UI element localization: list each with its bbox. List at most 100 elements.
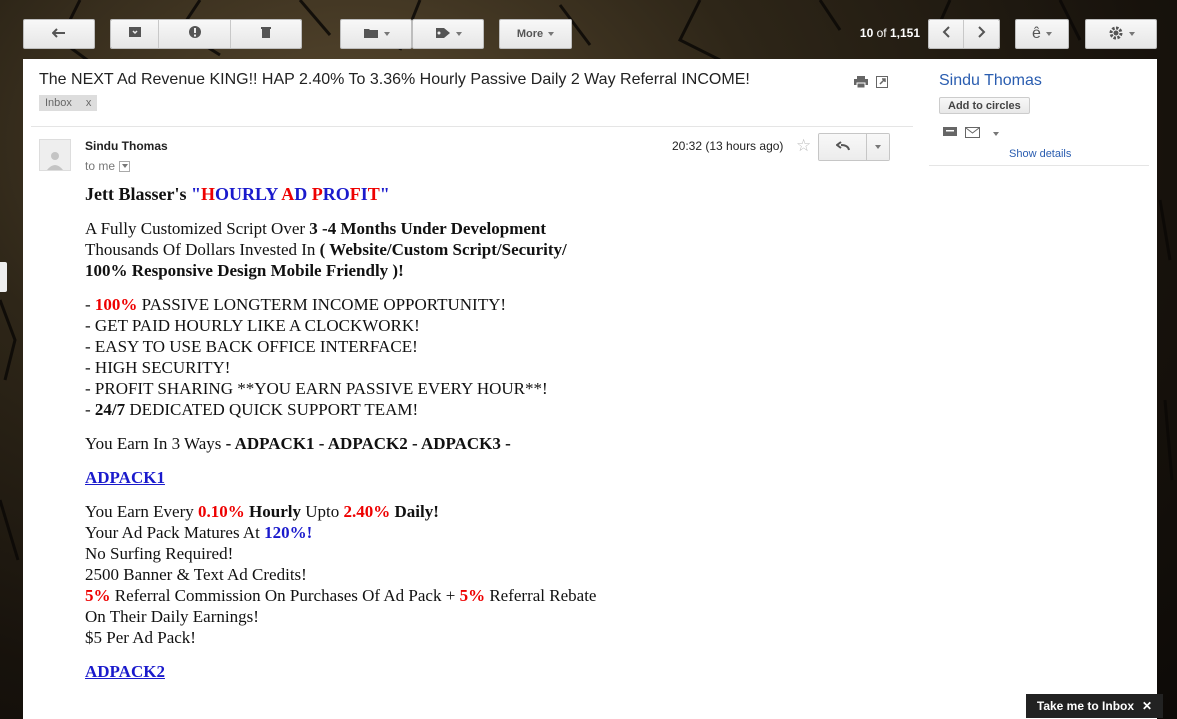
message-counter: 10 of 1,151 xyxy=(820,26,920,40)
email-icon[interactable] xyxy=(965,125,980,143)
title-d: D xyxy=(294,184,312,204)
earn-hourly: Hourly xyxy=(249,502,301,521)
daily-earnings: On Their Daily Earnings! xyxy=(85,607,259,626)
more-actions-button[interactable] xyxy=(867,134,889,160)
earn-hourly-rate: 0.10% xyxy=(198,502,245,521)
print-icon[interactable] xyxy=(854,75,868,93)
bullet6-bold: 24/7 xyxy=(94,400,126,419)
contact-name[interactable]: Sindu Thomas xyxy=(939,72,1042,90)
chevron-down-icon xyxy=(455,32,462,36)
intro-line1-b: 3 -4 Months Under Development xyxy=(309,219,547,238)
gear-icon xyxy=(1108,25,1124,44)
older-button[interactable] xyxy=(964,20,999,48)
more-button[interactable]: More xyxy=(499,19,572,49)
chat-icon[interactable] xyxy=(943,125,957,143)
message-panel: The NEXT Ad Revenue KING!! HAP 2.40% To … xyxy=(23,59,1157,719)
newer-button[interactable] xyxy=(929,20,964,48)
avatar xyxy=(39,139,71,171)
chevron-down-icon xyxy=(383,32,390,36)
intro-line3: 100% Responsive Design Mobile Friendly )… xyxy=(85,261,404,280)
message-body: Jett Blasser's "HOURLY AD PROFIT" A Full… xyxy=(85,184,885,695)
no-surfing: No Surfing Required! xyxy=(85,544,234,563)
title-ourly: OURLY xyxy=(215,184,282,204)
chevron-down-icon[interactable] xyxy=(993,132,999,136)
input-tools-icon: ê xyxy=(1032,25,1041,42)
mature-pct: 120%! xyxy=(264,523,313,542)
inbox-label: Inbox x xyxy=(39,95,98,111)
title-h: H xyxy=(200,184,215,204)
subject-actions xyxy=(854,75,888,93)
message-time: 20:32 (13 hours ago) xyxy=(672,139,784,153)
adpack2-heading: ADPACK2 xyxy=(85,661,885,682)
chevron-right-icon xyxy=(977,25,986,43)
referral-pct-2: 5% xyxy=(459,586,486,605)
title-f: F xyxy=(349,184,361,204)
earn-daily: Daily! xyxy=(390,502,439,521)
bullet6-text: DEDICATED QUICK SUPPORT TEAM! xyxy=(125,400,419,419)
pager-group xyxy=(928,19,1000,49)
email-subject: The NEXT Ad Revenue KING!! HAP 2.40% To … xyxy=(39,71,750,88)
archive-button[interactable] xyxy=(111,20,159,48)
back-arrow-icon xyxy=(51,27,66,41)
price-per-pack: $5 Per Ad Pack! xyxy=(85,628,196,647)
report-spam-button[interactable] xyxy=(159,20,231,48)
title-i: I xyxy=(360,184,368,204)
folder-icon xyxy=(363,27,379,42)
title-a: A xyxy=(281,184,295,204)
title-p: P xyxy=(311,184,323,204)
chevron-down-icon xyxy=(1128,32,1135,36)
title-t: T xyxy=(367,184,380,204)
header-divider xyxy=(31,126,913,127)
bullet1-text: PASSIVE LONGTERM INCOME OPPORTUNITY! xyxy=(137,295,507,314)
counter-total: 1,151 xyxy=(889,26,920,40)
move-to-button[interactable] xyxy=(340,19,412,49)
title-quote-close: " xyxy=(379,184,390,204)
remove-label-button[interactable]: x xyxy=(86,97,92,109)
sidebar-divider xyxy=(929,165,1149,166)
adpack1-heading: ADPACK1 xyxy=(85,467,885,488)
action-group xyxy=(110,19,302,49)
take-me-to-inbox-banner[interactable]: Take me to Inbox ✕ xyxy=(1026,694,1163,718)
close-icon[interactable]: ✕ xyxy=(1142,699,1152,713)
reply-group xyxy=(818,133,890,161)
tag-icon xyxy=(435,27,451,42)
bullet6-dash: - xyxy=(85,400,95,419)
input-tools-button[interactable]: ê xyxy=(1015,19,1069,49)
adpack1-link[interactable]: ADPACK1 xyxy=(85,468,165,487)
intro-line2-b: ( Website/Custom Script/Security/ xyxy=(319,240,567,259)
star-icon[interactable]: ☆ xyxy=(796,136,811,156)
recipient-line: to me xyxy=(85,159,131,173)
delete-button[interactable] xyxy=(231,20,301,48)
counter-of: of xyxy=(876,26,887,40)
show-details-toggle[interactable] xyxy=(119,160,131,172)
show-details-link[interactable]: Show details xyxy=(1009,148,1071,160)
back-button[interactable] xyxy=(23,19,95,49)
toolbar: More 10 of 1,151 ê xyxy=(0,0,1177,62)
bullet5-text: - PROFIT SHARING **YOU EARN PASSIVE EVER… xyxy=(85,379,548,398)
ways-packs: - ADPACK1 - ADPACK2 - ADPACK3 - xyxy=(225,434,511,453)
intro-paragraph: A Fully Customized Script Over 3 -4 Mont… xyxy=(85,218,885,281)
add-to-circles-button[interactable]: Add to circles xyxy=(939,97,1030,114)
earn-daily-rate: 2.40% xyxy=(343,502,391,521)
earn-line-a: You Earn Every xyxy=(85,502,199,521)
reply-button[interactable] xyxy=(819,134,867,160)
bullet2-text: - GET PAID HOURLY LIKE A CLOCKWORK! xyxy=(85,316,420,335)
label-text: Inbox xyxy=(45,97,72,109)
bullet1-pct: 100% xyxy=(94,295,138,314)
ways-text: You Earn In 3 Ways xyxy=(85,434,226,453)
intro-line2-a: Thousands Of Dollars Invested In xyxy=(85,240,320,259)
ways-line: You Earn In 3 Ways - ADPACK1 - ADPACK2 -… xyxy=(85,433,885,454)
labels-button[interactable] xyxy=(412,19,484,49)
adpack1-details: You Earn Every 0.10% Hourly Upto 2.40% D… xyxy=(85,501,885,648)
side-panel-handle[interactable] xyxy=(0,262,7,292)
referral-pct-1: 5% xyxy=(85,586,111,605)
new-window-icon[interactable] xyxy=(876,75,888,93)
reply-icon xyxy=(834,138,850,156)
spam-icon xyxy=(188,25,202,44)
bullet4-text: - HIGH SECURITY! xyxy=(85,358,231,377)
trash-icon xyxy=(260,25,272,44)
settings-button[interactable] xyxy=(1085,19,1157,49)
adpack2-link[interactable]: ADPACK2 xyxy=(85,662,165,681)
sender-name[interactable]: Sindu Thomas xyxy=(85,139,168,153)
intro-line1-a: A Fully Customized Script Over xyxy=(85,219,310,238)
